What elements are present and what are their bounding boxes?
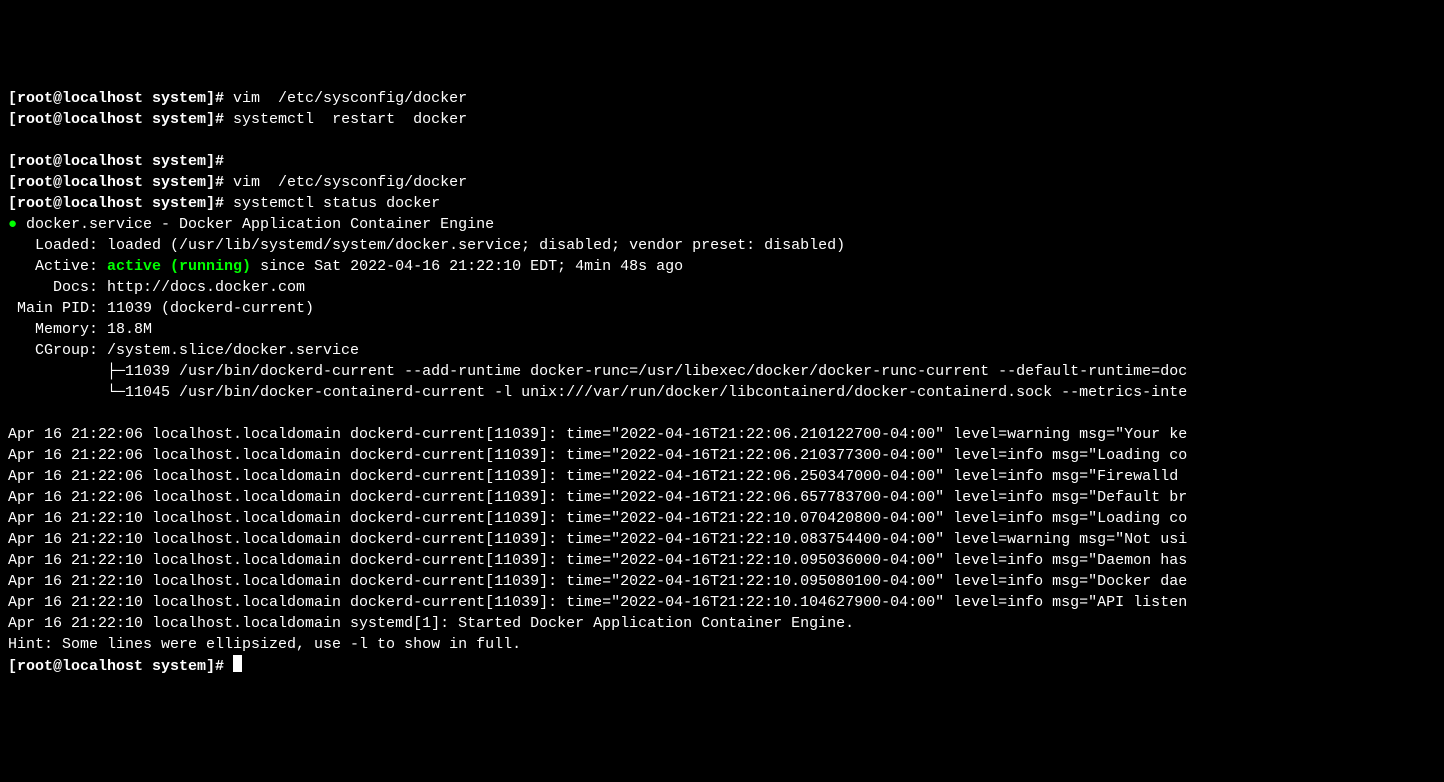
shell-prompt: [root@localhost system]# — [8, 90, 233, 107]
cmd-line: systemctl restart docker — [233, 111, 467, 128]
log-line: Apr 16 21:22:10 localhost.localdomain do… — [8, 594, 1187, 611]
log-line: Apr 16 21:22:10 localhost.localdomain do… — [8, 531, 1187, 548]
log-line: Apr 16 21:22:10 localhost.localdomain do… — [8, 552, 1187, 569]
log-line: Apr 16 21:22:06 localhost.localdomain do… — [8, 489, 1187, 506]
cgroup-line: CGroup: /system.slice/docker.service — [8, 342, 359, 359]
shell-prompt: [root@localhost system]# — [8, 195, 233, 212]
shell-prompt: [root@localhost system]# — [8, 174, 233, 191]
unit-title: docker.service - Docker Application Cont… — [26, 216, 494, 233]
log-line: Apr 16 21:22:06 localhost.localdomain do… — [8, 426, 1187, 443]
active-state: active (running) — [107, 258, 251, 275]
terminal-output: [root@localhost system]# vim /etc/syscon… — [8, 88, 1436, 677]
memory-line: Memory: 18.8M — [8, 321, 152, 338]
cursor[interactable] — [233, 655, 242, 672]
shell-prompt: [root@localhost system]# — [8, 658, 233, 675]
active-since: since Sat 2022-04-16 21:22:10 EDT; 4min … — [251, 258, 683, 275]
shell-prompt: [root@localhost system]# — [8, 153, 233, 170]
mainpid-line: Main PID: 11039 (dockerd-current) — [8, 300, 314, 317]
cgroup-proc-line: └─11045 /usr/bin/docker-containerd-curre… — [8, 384, 1187, 401]
log-line: Apr 16 21:22:06 localhost.localdomain do… — [8, 447, 1187, 464]
cmd-line: systemctl status docker — [233, 195, 440, 212]
status-bullet-icon: ● — [8, 216, 26, 233]
hint-line: Hint: Some lines were ellipsized, use -l… — [8, 636, 521, 653]
log-line: Apr 16 21:22:10 localhost.localdomain do… — [8, 573, 1187, 590]
cmd-line: vim /etc/sysconfig/docker — [233, 174, 467, 191]
loaded-line: Loaded: loaded (/usr/lib/systemd/system/… — [8, 237, 845, 254]
active-label: Active: — [8, 258, 107, 275]
log-line: Apr 16 21:22:10 localhost.localdomain do… — [8, 510, 1187, 527]
log-line: Apr 16 21:22:06 localhost.localdomain do… — [8, 468, 1187, 485]
log-line: Apr 16 21:22:10 localhost.localdomain sy… — [8, 615, 854, 632]
docs-line: Docs: http://docs.docker.com — [8, 279, 305, 296]
shell-prompt: [root@localhost system]# — [8, 111, 233, 128]
cgroup-proc-line: ├─11039 /usr/bin/dockerd-current --add-r… — [8, 363, 1187, 380]
cmd-line: vim /etc/sysconfig/docker — [233, 90, 467, 107]
